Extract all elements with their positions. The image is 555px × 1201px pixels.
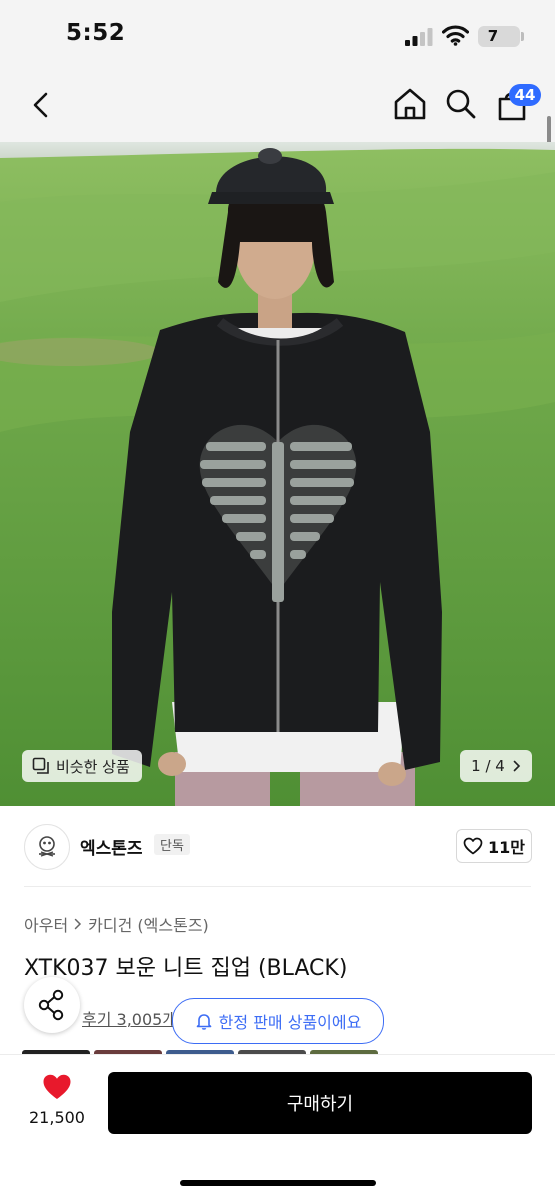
breadcrumb: 아우터 카디건 (엑스톤즈) xyxy=(24,912,209,936)
status-time: 5:52 xyxy=(66,20,126,46)
home-icon[interactable] xyxy=(392,86,428,122)
brand-logo[interactable] xyxy=(24,824,70,870)
cart-count-badge: 44 xyxy=(509,84,541,106)
product-photo-illustration xyxy=(0,142,555,806)
limited-sale-label: 한정 판매 상품이에요 xyxy=(218,1013,362,1032)
heart-filled-icon[interactable] xyxy=(42,1073,72,1101)
chevron-right-icon xyxy=(513,760,520,772)
image-counter-label: 1 / 4 xyxy=(471,757,505,775)
similar-products-button[interactable]: 비슷한 상품 xyxy=(22,750,142,782)
home-indicator xyxy=(180,1180,376,1186)
wishlist-count: 21,500 xyxy=(29,1108,85,1127)
brand-logo-graphic xyxy=(39,836,55,857)
chevron-left-icon[interactable] xyxy=(26,86,56,124)
brand-like-count: 11만 xyxy=(488,838,525,857)
product-photo[interactable] xyxy=(0,142,555,806)
similar-items-icon xyxy=(32,757,49,774)
battery-cap xyxy=(521,32,524,41)
divider xyxy=(24,886,531,887)
breadcrumb-item[interactable]: 아우터 xyxy=(24,912,68,936)
breadcrumb-item[interactable]: 카디건 (엑스톤즈) xyxy=(88,912,209,936)
cellular-signal-icon xyxy=(405,28,433,46)
brand-like-button[interactable]: 11만 xyxy=(456,829,532,863)
share-button[interactable] xyxy=(24,977,80,1033)
search-icon[interactable] xyxy=(444,86,478,122)
similar-products-label: 비슷한 상품 xyxy=(56,757,130,776)
battery-level: 7 xyxy=(487,27,499,45)
image-counter-button[interactable]: 1 / 4 xyxy=(460,750,532,782)
share-icon xyxy=(38,989,64,1021)
review-link[interactable]: 후기 3,005개 xyxy=(82,1006,182,1030)
limited-sale-notice-button[interactable]: 한정 판매 상품이에요 xyxy=(172,998,384,1044)
brand-name[interactable]: 엑스톤즈 xyxy=(80,834,143,859)
exclusive-tag: 단독 xyxy=(154,834,190,855)
buy-button[interactable]: 구매하기 xyxy=(108,1072,532,1134)
wifi-icon xyxy=(442,25,469,46)
bell-icon xyxy=(196,1014,211,1030)
heart-outline-icon xyxy=(463,837,483,855)
chevron-right-icon xyxy=(74,918,82,930)
